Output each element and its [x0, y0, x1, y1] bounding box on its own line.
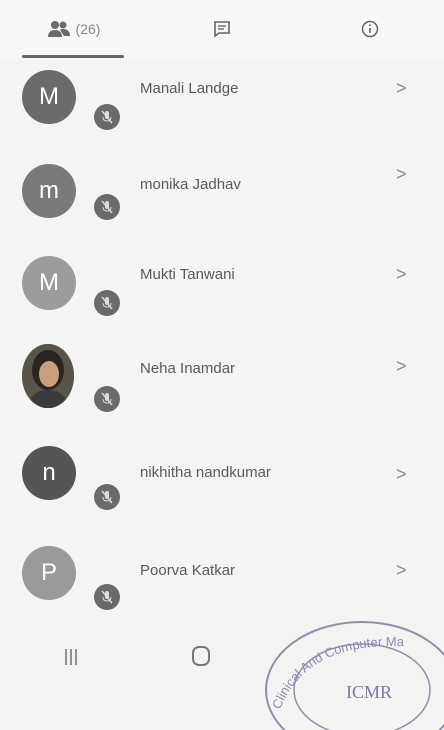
- mic-muted-icon: [94, 584, 120, 610]
- chevron-right-icon[interactable]: >: [396, 78, 407, 99]
- tab-chat[interactable]: [148, 0, 296, 58]
- participant-row[interactable]: M Mukti Tanwani >: [0, 244, 444, 336]
- chevron-right-icon[interactable]: >: [396, 164, 407, 185]
- avatar: P: [22, 546, 76, 600]
- avatar-initial: M: [39, 269, 59, 296]
- avatar-initial: M: [39, 83, 59, 110]
- avatar-initial: n: [42, 459, 56, 486]
- mic-muted-icon: [94, 194, 120, 220]
- participant-name: Poorva Katkar: [140, 562, 236, 579]
- avatar: n: [22, 446, 76, 500]
- participant-row[interactable]: P Poorva Katkar >: [0, 532, 444, 618]
- avatar: M: [22, 70, 76, 124]
- mic-muted-icon: [94, 104, 120, 130]
- participant-name: monika Jadhav: [140, 176, 241, 193]
- participant-list: M Manali Landge > m monika Jadhav > M Mu…: [0, 58, 444, 618]
- participant-row[interactable]: n nikhitha nandkumar >: [0, 440, 444, 532]
- tab-info[interactable]: [296, 0, 444, 58]
- chevron-right-icon[interactable]: >: [396, 464, 407, 485]
- chevron-right-icon[interactable]: >: [396, 560, 407, 581]
- participant-name: nikhitha nandkumar: [140, 464, 271, 481]
- participant-row[interactable]: M Manali Landge >: [0, 58, 444, 150]
- recents-icon[interactable]: [60, 646, 82, 668]
- avatar-initial: m: [39, 177, 59, 204]
- stamp-text: ICMR: [346, 682, 392, 702]
- participants-tabs: (26): [0, 0, 444, 58]
- home-icon[interactable]: [192, 646, 210, 666]
- avatar: M: [22, 256, 76, 310]
- participant-name: Mukti Tanwani: [140, 266, 235, 283]
- participant-name: Neha Inamdar: [140, 360, 236, 377]
- participant-row[interactable]: Neha Inamdar >: [0, 338, 444, 430]
- avatar-photo: [22, 344, 74, 408]
- tab-participants[interactable]: (26): [0, 0, 148, 58]
- mic-muted-icon: [94, 290, 120, 316]
- people-icon: [47, 21, 70, 37]
- participants-count: (26): [75, 21, 101, 37]
- chat-icon: [214, 21, 230, 38]
- participant-row[interactable]: m monika Jadhav >: [0, 152, 444, 244]
- avatar-initial: P: [40, 559, 57, 586]
- mic-muted-icon: [94, 484, 120, 510]
- avatar: m: [22, 164, 76, 218]
- info-icon: [361, 20, 379, 38]
- chevron-right-icon[interactable]: >: [396, 356, 407, 377]
- participant-name: Manali Landge: [140, 80, 239, 97]
- stamp-seal: Clinical And Computer Ma ICMR: [265, 621, 444, 730]
- avatar: [22, 344, 74, 408]
- chevron-right-icon[interactable]: >: [396, 264, 407, 285]
- mic-muted-icon: [94, 386, 120, 412]
